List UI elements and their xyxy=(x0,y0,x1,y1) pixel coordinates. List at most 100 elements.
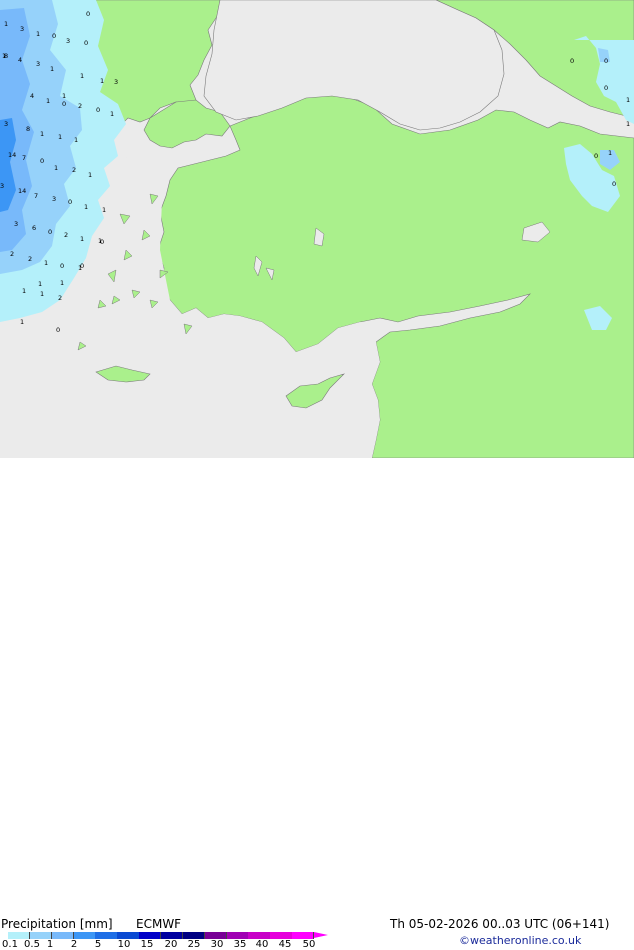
precipitation-value-label: 0 xyxy=(48,228,52,236)
precipitation-value-label: 1 xyxy=(110,110,114,118)
legend-tick-label: 45 xyxy=(278,939,292,950)
precipitation-value-label: 3 xyxy=(0,182,4,190)
precipitation-value-label: 1 xyxy=(46,97,50,105)
precipitation-value-label: 0 xyxy=(100,238,104,246)
precipitation-value-label: 1 xyxy=(62,92,66,100)
legend-color-swatch xyxy=(270,932,293,939)
map-title: Precipitation [mm] xyxy=(1,917,113,931)
legend-color-swatch xyxy=(29,932,53,939)
precipitation-value-label: 1 xyxy=(84,203,88,211)
legend-tick-label: 15 xyxy=(140,939,154,950)
legend-tick-label: 0.5 xyxy=(24,939,40,950)
legend-tick-label: 35 xyxy=(233,939,247,950)
precipitation-value-label: 0 xyxy=(56,326,60,334)
precipitation-value-label: 1 xyxy=(626,96,630,104)
legend-tick-label: 1 xyxy=(46,939,54,950)
legend-tick-label: 2 xyxy=(70,939,78,950)
precipitation-value-label: 1 xyxy=(608,149,612,157)
precipitation-value-label: 0 xyxy=(52,32,56,40)
legend-color-swatch xyxy=(182,932,206,939)
precipitation-value-label: 14 xyxy=(8,151,16,159)
legend-color-swatch xyxy=(73,932,96,939)
legend-color-swatch xyxy=(117,932,140,939)
legend-tick-label: 40 xyxy=(255,939,269,950)
precipitation-value-label: 8 xyxy=(4,52,8,60)
legend-tick-label: 10 xyxy=(117,939,131,950)
precipitation-value-label: 1 xyxy=(100,77,104,85)
model-name: ECMWF xyxy=(136,917,182,931)
precipitation-value-label: 0 xyxy=(594,152,598,160)
legend-tick-label: 5 xyxy=(94,939,102,950)
precipitation-value-label: 2 xyxy=(72,166,76,174)
precipitation-value-label: 3 xyxy=(14,220,18,228)
precipitation-value-label: 1 xyxy=(626,120,630,128)
precipitation-value-label: 1 xyxy=(36,30,40,38)
precipitation-value-label: 7 xyxy=(22,154,26,162)
credit-link[interactable]: ©weatheronline.co.uk xyxy=(459,934,581,947)
legend-tick-label: 50 xyxy=(302,939,316,950)
precipitation-value-label: 3 xyxy=(52,195,56,203)
legend-color-swatch xyxy=(95,932,118,939)
precipitation-value-label: 0 xyxy=(612,180,616,188)
precipitation-value-label: 0 xyxy=(570,57,574,65)
legend-tick-label: 0.1 xyxy=(2,939,18,950)
precipitation-value-label: 1 xyxy=(60,279,64,287)
precipitation-value-label: 0 xyxy=(40,157,44,165)
precipitation-value-label: 0 xyxy=(604,84,608,92)
legend-color-swatch xyxy=(226,932,249,939)
precipitation-value-label: 1 xyxy=(74,136,78,144)
precipitation-value-label: 7 xyxy=(34,192,38,200)
precipitation-value-label: 0 xyxy=(60,262,64,270)
precipitation-value-label: 8 xyxy=(26,125,30,133)
precipitation-value-label: 2 xyxy=(78,102,82,110)
valid-time: Th 05-02-2026 00..03 UTC (06+141) xyxy=(390,917,610,931)
legend-tick-label: 30 xyxy=(210,939,224,950)
precipitation-value-label: 2 xyxy=(58,294,62,302)
precipitation-value-label: 1 xyxy=(44,259,48,267)
precipitation-value-label: 3 xyxy=(114,78,118,86)
precipitation-value-label: 3 xyxy=(20,25,24,33)
precipitation-value-label: 0 xyxy=(62,100,66,108)
precipitation-value-label: 0 xyxy=(96,106,100,114)
precipitation-value-label: 1 xyxy=(38,280,42,288)
precipitation-value-label: 1 xyxy=(4,20,8,28)
precipitation-value-label: 6 xyxy=(32,224,36,232)
precipitation-value-label: 1 xyxy=(20,318,24,326)
legend-color-swatch xyxy=(204,932,228,939)
legend-color-swatch xyxy=(8,932,31,939)
legend-tick-label: 25 xyxy=(187,939,201,950)
precipitation-value-label: 1 xyxy=(102,206,106,214)
legend-color-swatch xyxy=(161,932,184,939)
precipitation-value-label: 1 xyxy=(22,287,26,295)
map-footer: Precipitation [mm] ECMWF Th 05-02-2026 0… xyxy=(0,458,634,950)
precipitation-value-label: 2 xyxy=(64,231,68,239)
precipitation-value-label: 1 xyxy=(40,130,44,138)
precipitation-value-label: 1 xyxy=(80,235,84,243)
precipitation-value-label: 1 xyxy=(40,290,44,298)
precipitation-value-label: 0 xyxy=(86,10,90,18)
precipitation-value-label: 1 xyxy=(58,133,62,141)
precipitation-value-label: 4 xyxy=(30,92,34,100)
legend-color-swatch xyxy=(292,932,315,939)
precipitation-value-label: 0 xyxy=(604,57,608,65)
precipitation-value-label: 1 xyxy=(88,171,92,179)
precipitation-value-label: 3 xyxy=(4,120,8,128)
precipitation-value-label: 1 xyxy=(80,72,84,80)
legend-color-swatch xyxy=(248,932,271,939)
precipitation-value-label: 1 xyxy=(50,65,54,73)
precipitation-value-label: 0 xyxy=(80,262,84,270)
precipitation-value-label: 14 xyxy=(18,187,26,195)
precipitation-value-label: 4 xyxy=(18,56,22,64)
legend-color-swatch xyxy=(139,932,162,939)
precipitation-value-label: 3 xyxy=(66,37,70,45)
legend-color-swatch xyxy=(51,932,75,939)
precipitation-value-label: 2 xyxy=(28,255,32,263)
color-legend-bar xyxy=(8,932,328,939)
precipitation-value-label: 1 xyxy=(54,164,58,172)
legend-tick-label: 20 xyxy=(164,939,178,950)
weather-map: 1 3 1 0 3 0 0 1 8 4 3 1 1 1 3 1 4 1 0 2 0 1 3 8 1 1 1 14 7 0 1 2 1 3 14 7 3 0… xyxy=(0,0,634,458)
precipitation-value-label: 0 xyxy=(84,39,88,47)
precipitation-value-label: 0 xyxy=(68,198,72,206)
precipitation-value-label: 2 xyxy=(10,250,14,258)
legend-arrow xyxy=(314,932,328,938)
